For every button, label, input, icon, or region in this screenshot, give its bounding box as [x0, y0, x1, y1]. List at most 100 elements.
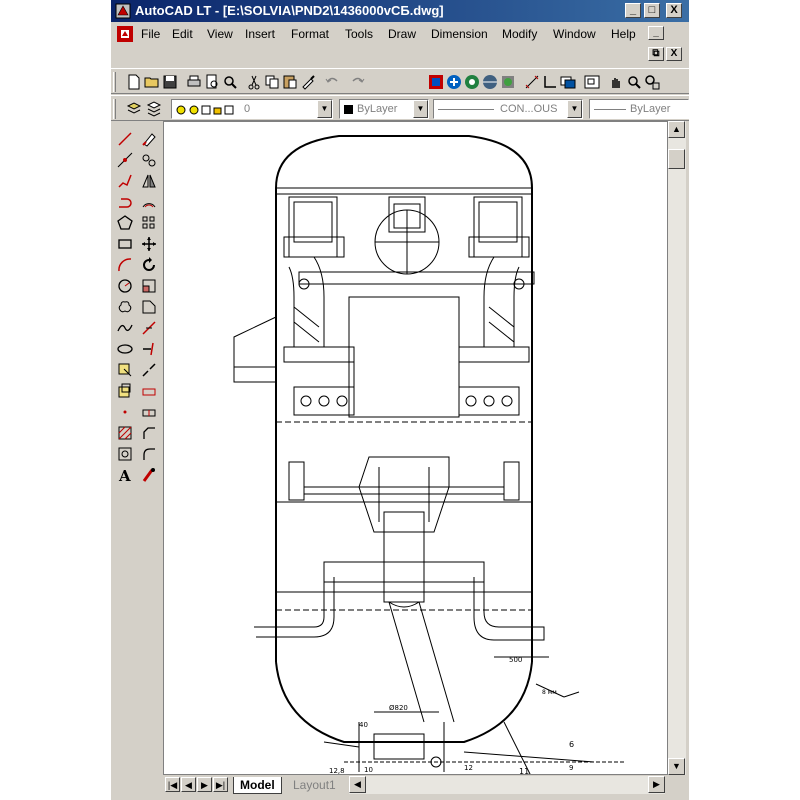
ellipse-icon[interactable]: [116, 340, 134, 358]
menu-edit[interactable]: Edit: [172, 27, 193, 41]
maximize-button[interactable]: □: [644, 3, 660, 18]
spline-icon[interactable]: [116, 319, 134, 337]
paste-icon[interactable]: [281, 73, 299, 91]
make-block-icon[interactable]: [116, 382, 134, 400]
scroll-thumb[interactable]: [668, 149, 685, 169]
new-file-icon[interactable]: [125, 73, 143, 91]
extend-icon[interactable]: [140, 340, 158, 358]
menu-view[interactable]: View: [207, 27, 233, 41]
color-combo[interactable]: ByLayer ▼: [339, 99, 429, 119]
horizontal-scrollbar[interactable]: [349, 776, 665, 794]
tab-model[interactable]: Model: [233, 777, 282, 794]
next-tab-button[interactable]: ▶: [197, 777, 212, 792]
line-icon[interactable]: [116, 130, 134, 148]
circle-icon[interactable]: [116, 277, 134, 295]
toolbar-grip[interactable]: [113, 99, 116, 119]
menu-tools[interactable]: Tools: [345, 27, 373, 41]
layers-icon[interactable]: [145, 100, 163, 118]
toolbar-grip[interactable]: [113, 72, 116, 92]
menu-window[interactable]: Window: [553, 27, 596, 41]
construction-line-icon[interactable]: [116, 151, 134, 169]
zoom-realtime-icon[interactable]: [625, 73, 643, 91]
doc-close-button[interactable]: X: [666, 47, 682, 61]
revision-cloud-icon[interactable]: [116, 298, 134, 316]
print-preview-icon[interactable]: [203, 73, 221, 91]
undo-icon[interactable]: [323, 73, 341, 91]
break-icon[interactable]: [140, 361, 158, 379]
chevron-down-icon[interactable]: ▼: [317, 100, 332, 118]
scroll-down-button[interactable]: ▼: [668, 758, 685, 775]
browser-icon[interactable]: [481, 73, 499, 91]
distance-icon[interactable]: [523, 73, 541, 91]
zoom-window-icon[interactable]: [643, 73, 661, 91]
trim-icon[interactable]: [140, 319, 158, 337]
publish-icon[interactable]: [499, 73, 517, 91]
scroll-left-button[interactable]: ◀: [349, 776, 366, 793]
web-icon[interactable]: [463, 73, 481, 91]
rotate-icon[interactable]: [140, 256, 158, 274]
fillet-icon[interactable]: [140, 445, 158, 463]
drawing-canvas[interactable]: 500 Ø820 6 11 12,8 40 10 12 9 8 мм: [163, 121, 668, 775]
copy-object-icon[interactable]: [140, 151, 158, 169]
make-layer-current-icon[interactable]: [125, 100, 143, 118]
last-tab-button[interactable]: ▶|: [213, 777, 228, 792]
vertical-scrollbar[interactable]: ▲ ▼: [668, 121, 686, 775]
meet-now-icon[interactable]: [445, 73, 463, 91]
move-icon[interactable]: [140, 235, 158, 253]
scroll-up-button[interactable]: ▲: [668, 121, 685, 138]
menu-help[interactable]: Help: [611, 27, 636, 41]
menu-dimension[interactable]: Dimension: [431, 27, 488, 41]
erase-icon[interactable]: [140, 130, 158, 148]
rectangle-icon[interactable]: [116, 235, 134, 253]
menu-format[interactable]: Format: [291, 27, 329, 41]
polygon-icon[interactable]: [116, 214, 134, 232]
mirror-icon[interactable]: [140, 172, 158, 190]
minimize-button[interactable]: _: [625, 3, 641, 18]
doc-minimize-button[interactable]: _: [648, 26, 664, 40]
arc-icon[interactable]: [116, 256, 134, 274]
linetype-combo[interactable]: CON...OUS ▼: [433, 99, 583, 119]
chevron-down-icon[interactable]: ▼: [567, 100, 582, 118]
polyline-icon[interactable]: [116, 172, 134, 190]
layer-combo[interactable]: 0 ▼: [171, 99, 333, 119]
copy-icon[interactable]: [263, 73, 281, 91]
today-icon[interactable]: [427, 73, 445, 91]
autocad-app-icon[interactable]: [115, 3, 131, 19]
explode-icon[interactable]: [140, 466, 158, 484]
print-icon[interactable]: [185, 73, 203, 91]
prev-tab-button[interactable]: ◀: [181, 777, 196, 792]
break-at-point-icon[interactable]: [140, 382, 158, 400]
pan-icon[interactable]: [607, 73, 625, 91]
ucs-icon[interactable]: [541, 73, 559, 91]
region-icon[interactable]: [116, 445, 134, 463]
array-icon[interactable]: [140, 214, 158, 232]
save-icon[interactable]: [161, 73, 179, 91]
open-folder-icon[interactable]: [143, 73, 161, 91]
scroll-right-button[interactable]: ▶: [648, 776, 665, 793]
menu-draw[interactable]: Draw: [388, 27, 416, 41]
hatch-icon[interactable]: [116, 424, 134, 442]
insert-block-icon[interactable]: [116, 361, 134, 379]
match-properties-icon[interactable]: [299, 73, 317, 91]
text-icon[interactable]: A: [116, 466, 134, 485]
stretch-icon[interactable]: [140, 298, 158, 316]
menu-file[interactable]: File: [141, 27, 160, 41]
point-icon[interactable]: [116, 403, 134, 421]
redo-icon[interactable]: [349, 73, 367, 91]
chevron-down-icon[interactable]: ▼: [413, 100, 428, 118]
cut-icon[interactable]: [245, 73, 263, 91]
offset-icon[interactable]: [140, 193, 158, 211]
close-button[interactable]: X: [666, 3, 682, 18]
first-tab-button[interactable]: |◀: [165, 777, 180, 792]
chamfer-icon[interactable]: [140, 424, 158, 442]
document-icon[interactable]: [117, 26, 133, 42]
aerial-view-icon[interactable]: [583, 73, 601, 91]
tile-icon[interactable]: [559, 73, 577, 91]
menu-modify[interactable]: Modify: [502, 27, 537, 41]
doc-restore-button[interactable]: ⧉: [648, 47, 664, 61]
tab-layout1[interactable]: Layout1: [287, 777, 342, 794]
find-icon[interactable]: [221, 73, 239, 91]
menu-insert[interactable]: Insert: [245, 27, 275, 41]
lineweight-combo[interactable]: ByLayer: [589, 99, 689, 119]
polyline-arc-icon[interactable]: [116, 193, 134, 211]
